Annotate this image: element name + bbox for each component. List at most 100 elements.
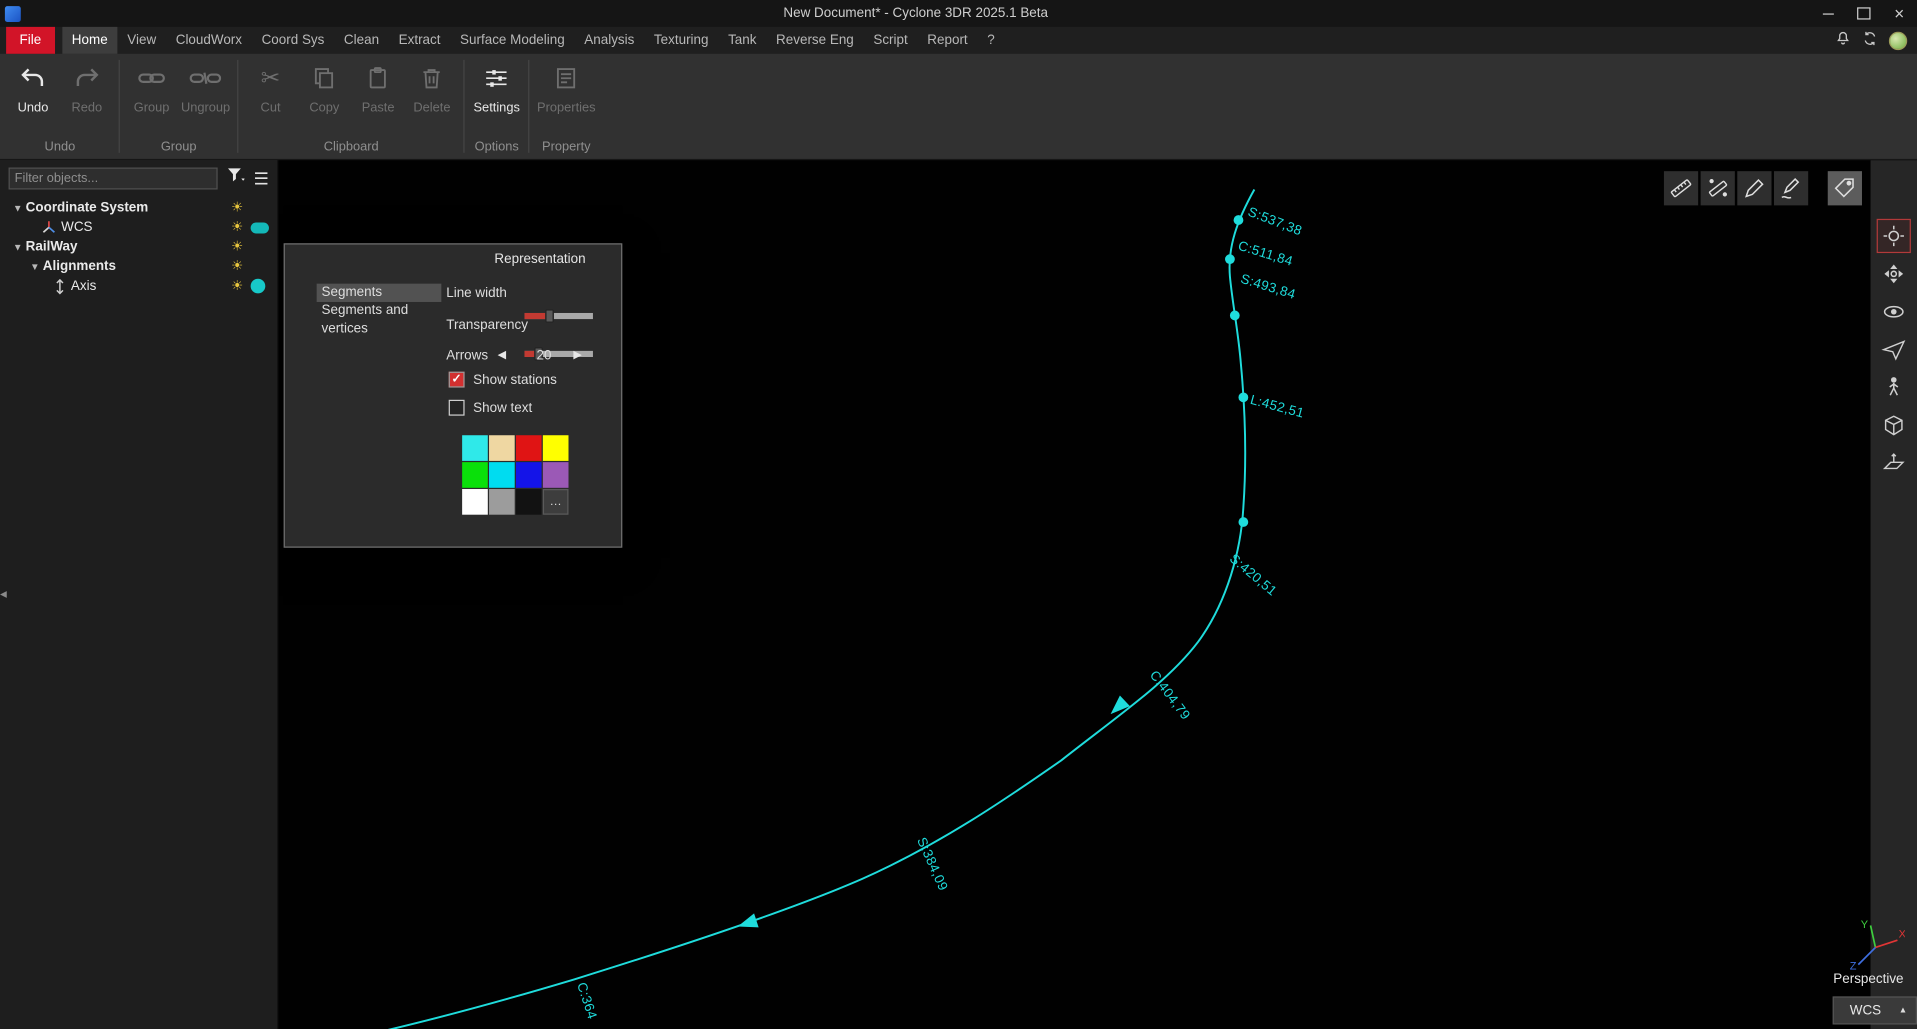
tab-report[interactable]: Report [918, 27, 978, 54]
filter-funnel-icon[interactable] [227, 166, 245, 189]
tree-item-coordinate-system[interactable]: ▼ Coordinate System ☀ [0, 198, 278, 218]
wcs-axes-icon [42, 220, 57, 235]
tab-extract[interactable]: Extract [389, 27, 450, 54]
filter-objects-input[interactable] [9, 167, 219, 189]
tab-clean[interactable]: Clean [334, 27, 389, 54]
color-swatch[interactable] [543, 435, 569, 461]
visibility-light-icon[interactable]: ☀ [231, 279, 243, 292]
wcs-color-toggle[interactable] [250, 222, 268, 233]
station-label: S:493,84 [1239, 271, 1298, 302]
color-swatch[interactable] [489, 435, 515, 461]
axis-color-chip[interactable] [250, 279, 265, 294]
ribbon-toolbar: Undo Redo Undo Group [0, 54, 1917, 160]
paste-clipboard-icon [366, 62, 390, 94]
color-swatch[interactable] [462, 489, 488, 515]
tab-view[interactable]: View [117, 27, 165, 54]
curve-vertex[interactable] [1238, 517, 1248, 527]
measure-point-button[interactable] [1701, 171, 1735, 205]
annotation-pencil-button[interactable] [1737, 171, 1771, 205]
ribbon-separator [464, 60, 465, 153]
station-label: C:404,79 [1147, 668, 1194, 723]
arrows-increment-icon[interactable]: ▶ [573, 350, 581, 361]
list-item-segments[interactable]: Segments [317, 284, 442, 302]
expander-icon[interactable]: ▼ [10, 241, 26, 252]
label-tag-button[interactable] [1828, 171, 1862, 205]
tree-item-railway[interactable]: ▼ RailWay ☀ [0, 237, 278, 257]
visibility-light-icon[interactable]: ☀ [231, 201, 243, 214]
tab-tank[interactable]: Tank [718, 27, 766, 54]
file-menu-button[interactable]: File [6, 27, 55, 54]
panel-collapse-icon[interactable]: ◂ [0, 588, 7, 601]
curve-vertex[interactable] [1238, 392, 1248, 402]
expander-icon[interactable]: ▼ [27, 261, 43, 272]
color-swatch[interactable] [462, 462, 488, 488]
user-avatar-icon[interactable] [1889, 31, 1907, 49]
undo-button[interactable]: Undo [6, 62, 60, 115]
tab-help[interactable]: ? [977, 27, 1004, 54]
tab-reverse-eng[interactable]: Reverse Eng [766, 27, 863, 54]
color-swatch[interactable] [462, 435, 488, 461]
tab-coord-sys[interactable]: Coord Sys [252, 27, 334, 54]
close-icon: × [1894, 5, 1904, 22]
axis-gizmo[interactable]: Y X Z [1846, 916, 1905, 972]
settings-button[interactable]: Settings [470, 62, 524, 115]
delete-button[interactable]: Delete [405, 62, 459, 115]
notifications-bell-icon[interactable] [1835, 31, 1851, 51]
freehand-annotation-button[interactable] [1774, 171, 1808, 205]
ribbon-group-property: Properties Property [531, 54, 602, 159]
properties-button[interactable]: Properties [535, 62, 598, 115]
tab-home[interactable]: Home [62, 27, 117, 54]
view-cube-button[interactable] [1877, 408, 1911, 442]
curve-vertex[interactable] [1234, 215, 1244, 225]
settings-sliders-icon [483, 62, 510, 94]
show-stations-checkbox[interactable]: ✓ [449, 372, 465, 388]
tab-analysis[interactable]: Analysis [574, 27, 644, 54]
sync-icon[interactable] [1862, 31, 1878, 51]
eye-view-button[interactable] [1877, 295, 1911, 329]
curve-vertex[interactable] [1225, 254, 1235, 264]
coordinate-system-dropdown[interactable]: WCS ▲ [1833, 996, 1917, 1024]
color-swatch[interactable] [516, 435, 542, 461]
ungroup-button[interactable]: Ungroup [178, 62, 232, 115]
explorer-menu-icon[interactable]: ☰ [254, 169, 269, 186]
group-button[interactable]: Group [125, 62, 179, 115]
tab-script[interactable]: Script [864, 27, 918, 54]
tree-item-axis[interactable]: Axis ☀ [0, 276, 278, 296]
list-item-segments-and-vertices[interactable]: Segments and vertices [317, 302, 442, 320]
fly-mode-button[interactable] [1877, 333, 1911, 367]
visibility-light-icon[interactable]: ☀ [231, 240, 243, 253]
tab-cloudworx[interactable]: CloudWorx [166, 27, 252, 54]
measure-distance-button[interactable] [1664, 171, 1698, 205]
color-swatch[interactable] [516, 489, 542, 515]
color-swatch[interactable] [543, 462, 569, 488]
more-colors-button[interactable]: … [543, 489, 569, 515]
cut-button[interactable]: ✂ Cut [244, 62, 298, 115]
viewport-3d[interactable]: S:537,38C:511,84S:493,84L:452,51S:420,51… [279, 160, 1917, 1029]
line-width-slider[interactable] [524, 313, 592, 319]
color-swatch[interactable] [516, 462, 542, 488]
redo-button[interactable]: Redo [60, 62, 114, 115]
copy-button[interactable]: Copy [297, 62, 351, 115]
visibility-light-icon[interactable]: ☀ [231, 260, 243, 273]
ribbon-group-undo: Undo Redo Undo [2, 54, 117, 159]
tab-texturing[interactable]: Texturing [644, 27, 718, 54]
color-swatch[interactable] [489, 489, 515, 515]
tab-surface-modeling[interactable]: Surface Modeling [450, 27, 574, 54]
minimize-button[interactable] [1811, 0, 1846, 27]
section-plane-button[interactable] [1877, 446, 1911, 480]
walk-mode-button[interactable] [1877, 370, 1911, 404]
color-swatch[interactable] [489, 462, 515, 488]
show-text-checkbox[interactable] [449, 400, 465, 416]
center-view-button[interactable] [1877, 257, 1911, 291]
arrows-decrement-icon[interactable]: ◀ [498, 350, 506, 361]
orbit-tool-button[interactable] [1877, 219, 1911, 253]
minimize-icon [1823, 13, 1834, 14]
expander-icon[interactable]: ▼ [10, 202, 26, 213]
maximize-button[interactable] [1846, 0, 1881, 27]
tree-item-alignments[interactable]: ▼ Alignments ☀ [0, 257, 278, 277]
curve-vertex[interactable] [1230, 311, 1240, 321]
close-button[interactable]: × [1882, 0, 1917, 27]
paste-button[interactable]: Paste [351, 62, 405, 115]
visibility-light-icon[interactable]: ☀ [231, 221, 243, 234]
tree-item-wcs[interactable]: WCS ☀ [0, 218, 278, 238]
